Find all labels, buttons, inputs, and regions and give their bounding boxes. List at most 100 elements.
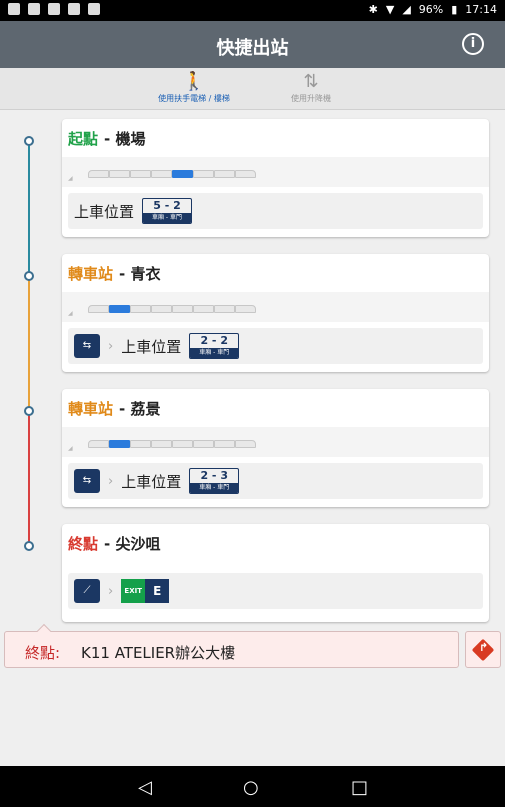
timeline-dot (24, 136, 34, 146)
train-cars (88, 305, 256, 313)
train-car (172, 440, 193, 448)
train-car (214, 305, 235, 313)
train-car (151, 440, 172, 448)
status-bar: ✱ ▼ ◢ 96% ▮ 17:14 (0, 0, 505, 21)
train-car-selected (172, 170, 193, 178)
home-icon[interactable]: ○ (243, 777, 259, 798)
train-car (130, 305, 151, 313)
train-car (214, 440, 235, 448)
train-car (193, 440, 214, 448)
station-kind: 起點 (68, 130, 99, 148)
train-car-selected (109, 305, 130, 313)
mode-label: 使用升降機 (291, 94, 331, 103)
back-icon[interactable]: ◁ (138, 777, 152, 798)
signal-icon: ◢ (402, 3, 411, 16)
boarding-position: ⇆ › 上車位置 2 - 3 車廂 - 車門 (68, 463, 483, 499)
station-name: 青衣 (130, 265, 161, 283)
recents-icon[interactable]: □ (351, 777, 368, 798)
boarding-position: ⇆ › 上車位置 2 - 2 車廂 - 車門 (68, 328, 483, 364)
app-bar: 快捷出站 i (0, 21, 505, 68)
train-car (88, 305, 109, 313)
position-tag: 2 - 2 車廂 - 車門 (189, 333, 240, 359)
exit-icon: EXIT (121, 579, 146, 603)
station-card-origin[interactable]: 起點 - 機場 ◢ 上車位置 5 - 2 車廂 - 車門 (62, 119, 489, 237)
wifi-icon: ▼ (385, 3, 395, 16)
timeline-dot (24, 541, 34, 551)
directions-button[interactable]: ↱ (465, 631, 501, 668)
info-icon[interactable]: i (462, 33, 484, 55)
chevron-right-icon: › (108, 583, 114, 599)
station-name: 尖沙咀 (115, 535, 161, 553)
separator: - (119, 400, 126, 418)
station-kind: 轉車站 (68, 400, 114, 418)
train-car (193, 170, 214, 178)
train-cars (88, 170, 256, 178)
station-name: 機場 (115, 130, 146, 148)
card-header: 終點 - 尖沙咀 (62, 524, 489, 562)
separator: - (104, 535, 111, 553)
timeline-segment (28, 276, 30, 411)
page-title: 快捷出站 (216, 38, 289, 59)
route-timeline (0, 118, 60, 558)
train-diagram: ◢ (62, 292, 489, 322)
station-name: 荔景 (130, 400, 161, 418)
position-label: 上車位置 (121, 337, 182, 356)
direction-icon: ◢ (68, 175, 73, 182)
station-card-destination[interactable]: 終點 - 尖沙咀 ⟋ › EXIT E (62, 524, 489, 622)
direction-icon: ◢ (68, 310, 73, 317)
train-car (193, 305, 214, 313)
timeline-dot (24, 406, 34, 416)
train-car (88, 440, 109, 448)
separator: - (119, 265, 126, 283)
callout-pointer (36, 623, 52, 639)
train-cars (88, 440, 256, 448)
train-car (235, 305, 256, 313)
station-card-transfer-1[interactable]: 轉車站 - 青衣 ◢ ⇆ › 上車位置 2 - 2 車廂 - 車門 (62, 254, 489, 372)
separator: - (104, 130, 111, 148)
position-number: 5 - 2 (153, 199, 181, 212)
chevron-right-icon: › (108, 338, 114, 354)
timeline-segment (28, 141, 30, 276)
mode-escalator-stairs[interactable]: 🚶 使用扶手電梯 / 樓梯 (134, 71, 254, 104)
clock: 17:14 (465, 3, 497, 16)
battery-percent: 96% (418, 3, 444, 16)
mode-label: 使用扶手電梯 / 樓梯 (158, 94, 230, 103)
station-kind: 終點 (68, 535, 99, 553)
train-diagram: ◢ (62, 157, 489, 187)
station-kind: 轉車站 (68, 265, 114, 283)
position-caption: 車廂 - 車門 (143, 213, 192, 223)
card-header: 轉車站 - 青衣 (62, 254, 489, 292)
battery-icon: ▮ (451, 3, 458, 16)
station-card-transfer-2[interactable]: 轉車站 - 荔景 ◢ ⇆ › 上車位置 2 - 3 車廂 - 車門 (62, 389, 489, 507)
exit-letter: E (145, 579, 170, 603)
train-car (214, 170, 235, 178)
train-car (151, 170, 172, 178)
mode-elevator[interactable]: ⇅ 使用升降機 (251, 71, 371, 104)
exit-row: ⟋ › EXIT E (68, 573, 483, 609)
escalator-icon: ⟋ (74, 579, 100, 603)
destination-bar[interactable]: 終點: K11 ATELIER辦公大樓 (4, 623, 459, 668)
position-caption: 車廂 - 車門 (190, 483, 239, 493)
boarding-position: 上車位置 5 - 2 車廂 - 車門 (68, 193, 483, 229)
mode-selector: 🚶 使用扶手電梯 / 樓梯 ⇅ 使用升降機 (0, 68, 505, 110)
image-icon (8, 3, 20, 15)
message-icon (48, 3, 60, 15)
timeline-segment (28, 411, 30, 546)
elevator-icon: ⇅ (303, 71, 319, 92)
position-label: 上車位置 (74, 202, 135, 221)
position-label: 上車位置 (121, 472, 182, 491)
destination-label: 終點: (25, 644, 61, 662)
walking-icon: 🚶 (182, 71, 206, 92)
send-icon (68, 3, 80, 15)
train-car (235, 440, 256, 448)
position-tag: 5 - 2 車廂 - 車門 (142, 198, 193, 224)
play-icon (88, 3, 100, 15)
train-car (88, 170, 109, 178)
notification-icon (28, 3, 40, 15)
train-transfer-icon: ⇆ (74, 334, 100, 358)
train-car (130, 170, 151, 178)
turn-arrow-icon: ↱ (479, 641, 489, 654)
position-caption: 車廂 - 車門 (190, 348, 239, 358)
card-header: 轉車站 - 荔景 (62, 389, 489, 427)
train-transfer-icon: ⇆ (74, 469, 100, 493)
